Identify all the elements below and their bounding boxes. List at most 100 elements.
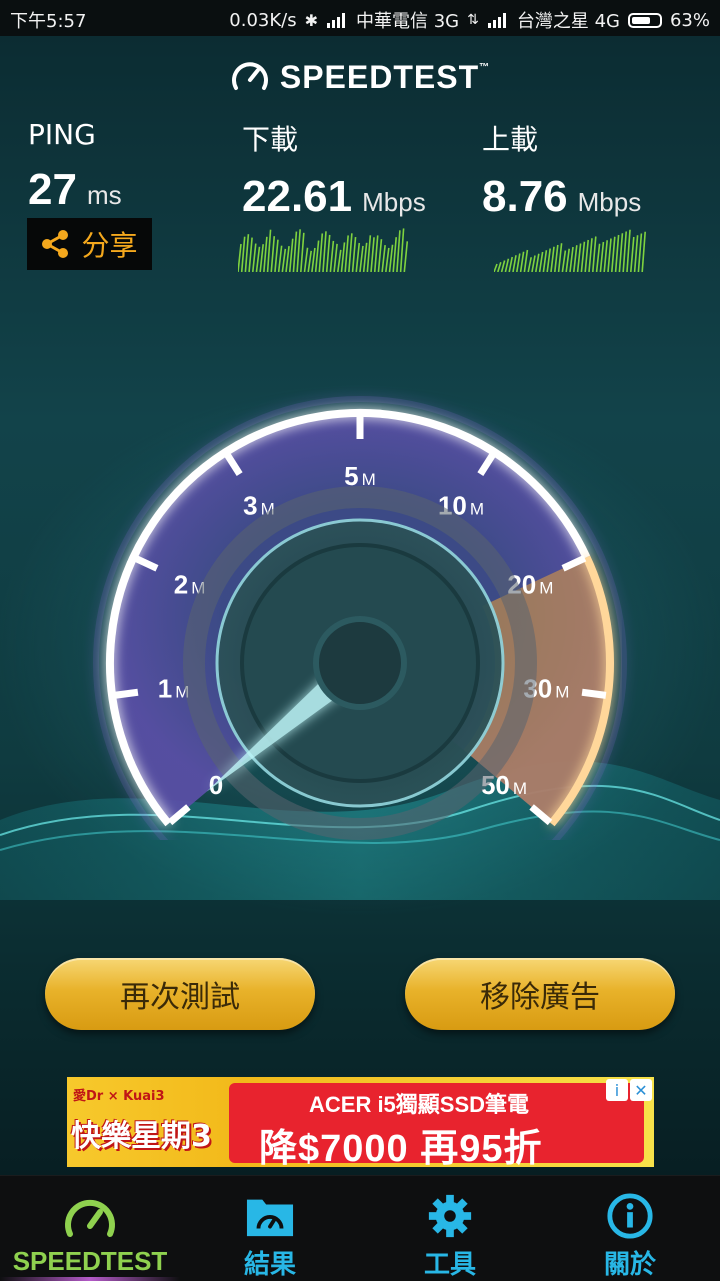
download-value: 22.61 bbox=[242, 172, 353, 221]
sparkline-bar bbox=[248, 237, 253, 272]
download-metric: 下載 22.61 Mbps bbox=[242, 118, 426, 222]
folder-gauge-icon bbox=[246, 1199, 294, 1237]
sparkline-bar bbox=[626, 229, 631, 272]
sparkline-bar bbox=[292, 231, 298, 272]
sparkline-bar bbox=[263, 236, 268, 272]
sparkline-bar bbox=[362, 242, 368, 272]
ping-metric: PING 27 ms bbox=[28, 118, 122, 215]
sparkline-bar bbox=[307, 250, 313, 272]
download-value-row: 22.61 Mbps bbox=[242, 172, 426, 222]
retest-button[interactable]: 再次測試 bbox=[45, 958, 315, 1030]
sparkline-bar bbox=[592, 236, 597, 272]
status-bar: 下午5:57 0.03K/s ✱ 中華電信 3G ⇅ 台灣之星 4G 63% bbox=[0, 0, 720, 36]
nav-item-about[interactable]: 關於 bbox=[540, 1176, 720, 1281]
sparkline-bar bbox=[523, 249, 529, 272]
sparkline-bar bbox=[385, 247, 390, 272]
bottom-nav: SPEEDTEST 結果 工具 關於 bbox=[0, 1175, 720, 1281]
sparkline-bar bbox=[504, 258, 510, 272]
sparkline-bar bbox=[251, 243, 257, 272]
sparkline-bar bbox=[565, 248, 570, 272]
sparkline-bar bbox=[388, 244, 394, 272]
nav-item-speedtest[interactable]: SPEEDTEST bbox=[0, 1176, 180, 1281]
bluetooth-icon: ✱ bbox=[304, 10, 318, 30]
sparkline-bar bbox=[573, 245, 578, 272]
nav-label-tools: 工具 bbox=[423, 1249, 476, 1279]
ad-banner[interactable]: 愛Dr × Kuai3 快樂星期3 ACER i5獨顯SSD筆電 降$7000 … bbox=[67, 1077, 654, 1167]
carrier1: 中華電信 3G bbox=[356, 11, 460, 32]
sparkline-bar bbox=[329, 240, 335, 272]
sparkline-bar bbox=[296, 229, 301, 272]
sparkline-bar bbox=[580, 241, 586, 272]
sparkline-bar bbox=[359, 245, 364, 272]
sparkline-bar bbox=[311, 247, 316, 272]
battery-icon bbox=[627, 12, 662, 28]
ad-controls: i ✕ bbox=[606, 1079, 652, 1101]
upload-value-row: 8.76 Mbps bbox=[482, 172, 641, 222]
sparkline-bar bbox=[637, 233, 643, 272]
upload-label: 上載 bbox=[482, 123, 539, 156]
sparkline-bar bbox=[274, 239, 279, 272]
nav-item-results[interactable]: 結果 bbox=[180, 1176, 360, 1281]
sparkline-bar bbox=[633, 235, 639, 272]
ad-close-icon[interactable]: ✕ bbox=[630, 1079, 652, 1101]
sparkline-bar bbox=[603, 240, 608, 272]
gauge-tick bbox=[113, 688, 139, 699]
sparkline-bar bbox=[584, 239, 589, 272]
sparkline-bar bbox=[630, 236, 635, 272]
sparkline-bar bbox=[399, 228, 405, 272]
sparkline-bar bbox=[497, 262, 502, 272]
upload-metric: 上載 8.76 Mbps bbox=[482, 118, 641, 222]
sparkline-bar bbox=[285, 246, 290, 272]
nav-label-speedtest: SPEEDTEST bbox=[12, 1246, 168, 1276]
speed-gauge: 01M2M3M5M10M20M30M50M bbox=[93, 396, 627, 840]
sparkline-bar bbox=[366, 235, 372, 272]
ad-info-icon[interactable]: i bbox=[606, 1079, 628, 1101]
sparkline-bar bbox=[508, 256, 513, 272]
sparkline-bar bbox=[244, 234, 250, 272]
sparkline-bar bbox=[318, 233, 324, 272]
remove-ads-button[interactable]: 移除廣告 bbox=[405, 958, 675, 1030]
sparkline-bar bbox=[554, 244, 559, 272]
sparkline-bar bbox=[622, 231, 627, 272]
sparkline-bar bbox=[531, 255, 536, 272]
sparkline-bar bbox=[546, 248, 551, 272]
sparkline-bar bbox=[370, 237, 375, 272]
sparkline-bar bbox=[618, 233, 624, 272]
sparkline-bar bbox=[516, 253, 521, 272]
trademark: ™ bbox=[479, 62, 491, 73]
sparkline-bar bbox=[588, 238, 593, 272]
sparkline-bar bbox=[519, 251, 525, 272]
sparkline-bar bbox=[494, 263, 498, 272]
nav-item-tools[interactable]: 工具 bbox=[360, 1176, 540, 1281]
sparkline-bar bbox=[641, 231, 646, 272]
sparkline-bar bbox=[351, 237, 357, 272]
carrier2: 台灣之星 4G bbox=[516, 11, 620, 32]
sparkline-bar bbox=[403, 241, 408, 272]
sparkline-bar bbox=[500, 260, 506, 272]
sparkline-bar bbox=[381, 245, 386, 272]
sparkline-bar bbox=[281, 248, 287, 272]
sparkline-bar bbox=[333, 243, 338, 272]
sparkline-bar bbox=[535, 253, 540, 272]
gear-icon bbox=[428, 1194, 472, 1238]
share-button[interactable]: 分享 bbox=[27, 218, 152, 270]
download-label: 下載 bbox=[242, 123, 299, 156]
app-logo: SPEEDTEST™ bbox=[0, 58, 720, 96]
sparkline-bar bbox=[303, 247, 309, 272]
sparkline-bar bbox=[255, 246, 261, 272]
ping-unit: ms bbox=[86, 180, 122, 210]
sparkline-bar bbox=[240, 236, 246, 272]
download-unit: Mbps bbox=[362, 187, 426, 217]
sparkline-bar bbox=[392, 237, 398, 272]
upload-sparkline bbox=[494, 229, 646, 272]
sparkline-bar bbox=[557, 243, 563, 272]
speedometer-icon bbox=[231, 62, 268, 90]
speedometer-icon bbox=[65, 1199, 115, 1237]
sparkline-bar bbox=[266, 229, 272, 272]
sparkline-bar bbox=[576, 243, 582, 272]
ad-brand: 愛Dr × Kuai3 bbox=[73, 1089, 165, 1104]
sparkline-bar bbox=[396, 230, 401, 272]
share-icon bbox=[42, 230, 69, 258]
app-title: SPEEDTEST bbox=[279, 59, 480, 95]
ad-headline: ACER i5獨顯SSD筆電 bbox=[309, 1092, 530, 1117]
